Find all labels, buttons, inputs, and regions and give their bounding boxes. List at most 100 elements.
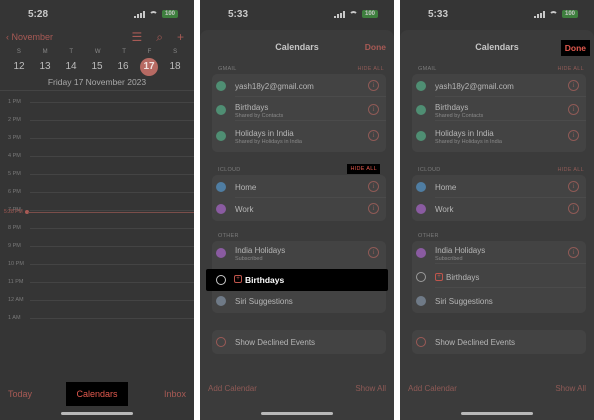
radio-icon[interactable] (216, 337, 226, 347)
day-button[interactable]: 16 (114, 58, 132, 76)
checkmark-icon[interactable] (416, 182, 426, 192)
day-button[interactable]: 15 (88, 58, 106, 76)
calendar-row[interactable]: Holidays in India Shared by Holidays in … (212, 125, 386, 147)
hour-label: 8 PM (8, 225, 21, 231)
info-icon[interactable]: i (368, 247, 379, 258)
weekday-label: F (147, 49, 152, 55)
checkmark-icon[interactable] (416, 105, 426, 115)
checkmark-icon[interactable] (416, 296, 426, 306)
info-icon[interactable]: i (568, 130, 579, 141)
calendar-row[interactable]: yash18y2@gmail.com i (212, 75, 386, 97)
calendar-name: Birthdays (435, 103, 469, 112)
info-icon[interactable]: i (568, 247, 579, 258)
calendars-button[interactable]: Calendars (66, 382, 128, 406)
list-icon[interactable]: ☰ (131, 30, 142, 45)
calendar-row[interactable]: + Birthdays (412, 266, 586, 288)
gmail-group: yash18y2@gmail.com i Birthdays Shared by… (412, 74, 586, 152)
checkmark-icon[interactable] (416, 131, 426, 141)
checkmark-icon[interactable] (216, 131, 226, 141)
info-icon[interactable]: i (568, 80, 579, 91)
checkmark-icon[interactable] (216, 296, 226, 306)
today-day-button[interactable]: 17 (140, 58, 158, 76)
hour-row: 5 PM (0, 171, 194, 177)
checkmark-icon[interactable] (416, 248, 426, 258)
add-calendar-button[interactable]: Add Calendar (408, 384, 457, 393)
info-icon[interactable]: i (568, 181, 579, 192)
hide-all-button[interactable]: HIDE ALL (347, 164, 380, 174)
checkmark-icon[interactable] (416, 204, 426, 214)
calendar-row[interactable]: Siri Suggestions (212, 290, 386, 312)
calendar-row[interactable]: Home i (412, 176, 586, 198)
calendar-name: Birthdays (446, 273, 480, 282)
calendar-name: Birthdays (245, 275, 285, 285)
calendar-row[interactable]: Birthdays Shared by Contacts i (212, 99, 386, 121)
calendar-row[interactable]: yash18y2@gmail.com i (412, 75, 586, 97)
show-declined-events-row[interactable]: Show Declined Events (412, 331, 586, 353)
day-button[interactable]: 14 (62, 58, 80, 76)
calendar-row[interactable]: Work i (212, 198, 386, 220)
checkmark-icon[interactable] (216, 182, 226, 192)
done-button[interactable]: Done (560, 40, 590, 56)
info-icon[interactable]: i (368, 80, 379, 91)
search-icon[interactable]: ⌕ (156, 30, 163, 45)
day-button[interactable]: 13 (36, 58, 54, 76)
weekday-label: T (69, 49, 74, 55)
hour-row: 4 PM (0, 153, 194, 159)
info-icon[interactable]: i (368, 104, 379, 115)
day-button[interactable]: 18 (166, 58, 184, 76)
calendars-sheet: Calendars Done GMAIL HIDE ALL yash18y2@g… (200, 30, 394, 420)
calendar-row[interactable]: Holidays in India Shared by Holidays in … (412, 125, 586, 147)
show-all-button[interactable]: Show All (555, 384, 586, 393)
show-all-button[interactable]: Show All (355, 384, 386, 393)
info-icon[interactable]: i (568, 104, 579, 115)
checkmark-icon[interactable] (216, 105, 226, 115)
checkmark-icon[interactable] (416, 81, 426, 91)
today-button[interactable]: Today (8, 389, 32, 399)
battery-icon: 100 (162, 10, 178, 18)
done-button[interactable]: Done (365, 42, 386, 52)
icloud-group: Home i Work i (412, 175, 586, 221)
icloud-group: Home i Work i (212, 175, 386, 221)
radio-icon[interactable] (416, 337, 426, 347)
checkmark-icon[interactable] (216, 204, 226, 214)
checkmark-icon[interactable] (216, 81, 226, 91)
info-icon[interactable]: i (368, 130, 379, 141)
status-bar: 5:28 100 (0, 0, 194, 26)
info-icon[interactable]: i (368, 203, 379, 214)
calendar-name: Siri Suggestions (435, 297, 493, 306)
hour-row: 11 PM (0, 279, 194, 285)
wifi-icon (149, 10, 158, 18)
calendar-row[interactable]: Siri Suggestions (412, 290, 586, 312)
birthdays-row-highlighted[interactable]: + Birthdays (206, 269, 388, 291)
calendar-row[interactable]: India Holidays Subscribed i (212, 242, 386, 264)
sheet-bottom-bar: Add Calendar Show All (208, 384, 386, 393)
inbox-button[interactable]: Inbox (164, 389, 186, 399)
calendar-row[interactable]: Home i (212, 176, 386, 198)
info-icon[interactable]: i (568, 203, 579, 214)
show-declined-events-row[interactable]: Show Declined Events (212, 331, 386, 353)
other-section-header: OTHER (218, 233, 239, 239)
calendar-row[interactable]: Work i (412, 198, 586, 220)
hour-label: 4 PM (8, 153, 21, 159)
calendar-row[interactable]: India Holidays Subscribed i (412, 242, 586, 264)
home-indicator (261, 412, 333, 415)
back-button[interactable]: ‹ November (6, 32, 53, 42)
hide-all-button[interactable]: HIDE ALL (357, 66, 384, 72)
add-calendar-button[interactable]: Add Calendar (208, 384, 257, 393)
plus-icon[interactable]: + (177, 30, 184, 45)
hour-row: 9 PM (0, 243, 194, 249)
current-time-label: 5:28 PM (4, 209, 23, 215)
hour-label: 3 PM (8, 135, 21, 141)
calendar-row[interactable]: Birthdays Shared by Contacts i (412, 99, 586, 121)
unchecked-circle-icon[interactable] (216, 275, 226, 285)
checkmark-icon[interactable] (216, 248, 226, 258)
current-time-indicator: 5:28 PM (0, 209, 194, 215)
day-button[interactable]: 12 (10, 58, 28, 76)
calendar-name: India Holidays (235, 246, 286, 255)
hour-row: 1 AM (0, 315, 194, 321)
info-icon[interactable]: i (368, 181, 379, 192)
hide-all-button[interactable]: HIDE ALL (557, 167, 584, 173)
calendar-name: Holidays in India (235, 129, 294, 138)
unchecked-circle-icon[interactable] (416, 272, 426, 282)
hide-all-button[interactable]: HIDE ALL (557, 66, 584, 72)
